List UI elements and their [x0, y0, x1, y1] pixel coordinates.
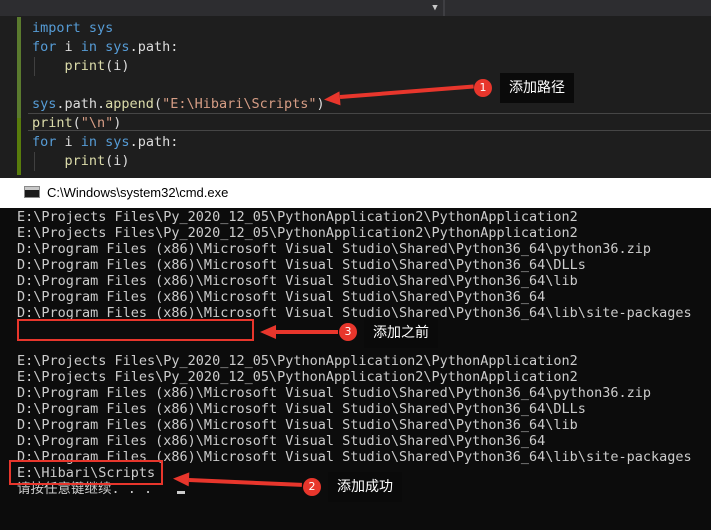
- console-line: E:\Projects Files\Py_2020_12_05\PythonAp…: [17, 209, 578, 225]
- code-token: import: [32, 20, 81, 36]
- annotation-note-3: 添加之前: [364, 318, 438, 348]
- annotation-arrowhead-3: [260, 325, 276, 339]
- annotation-arrow-3: [276, 330, 338, 334]
- code-token: sys: [32, 96, 57, 112]
- code-token: ): [113, 115, 122, 131]
- console-line: D:\Program Files (x86)\Microsoft Visual …: [17, 433, 546, 449]
- screenshot-root: ▼ import sys for i in sys.path: print(i) s…: [0, 0, 711, 530]
- highlight-box-success: [9, 460, 163, 485]
- code-token: print: [64, 153, 106, 169]
- code-line[interactable]: for i in sys.path:: [32, 38, 178, 57]
- code-token: append: [105, 96, 154, 112]
- console-line: D:\Program Files (x86)\Microsoft Visual …: [17, 257, 586, 273]
- console-line: D:\Program Files (x86)\Microsoft Visual …: [17, 273, 578, 289]
- annotation-note-2: 添加成功: [328, 472, 402, 502]
- console-line: E:\Projects Files\Py_2020_12_05\PythonAp…: [17, 225, 578, 241]
- annotation-badge-3: 3: [339, 323, 357, 341]
- editor-top-bar: ▼: [0, 0, 711, 16]
- console-line: E:\Projects Files\Py_2020_12_05\PythonAp…: [17, 369, 578, 385]
- cmd-window-title: C:\Windows\system32\cmd.exe: [47, 185, 229, 200]
- code-token: print: [64, 58, 106, 74]
- code-line[interactable]: sys.path.append("E:\Hibari\Scripts"): [32, 95, 325, 114]
- code-token: for: [32, 134, 57, 150]
- code-token: print: [32, 115, 73, 131]
- annotation-arrowhead-1: [323, 91, 341, 107]
- console-line: D:\Program Files (x86)\Microsoft Visual …: [17, 289, 546, 305]
- annotation-badge-1: 1: [474, 79, 492, 97]
- code-token: .path.: [56, 96, 106, 112]
- code-token: i: [56, 134, 81, 150]
- code-token: i: [56, 39, 81, 55]
- code-token: sys: [97, 39, 130, 55]
- code-line[interactable]: import sys: [32, 19, 113, 38]
- code-token: "E:\Hibari\Scripts": [162, 96, 317, 112]
- current-line-highlight: [28, 113, 711, 131]
- code-token: (: [153, 96, 163, 112]
- console-cursor: [177, 491, 185, 494]
- annotation-badge-2: 2: [303, 478, 321, 496]
- dropdown-arrow-icon[interactable]: ▼: [431, 2, 439, 14]
- code-line[interactable]: print(i): [32, 152, 130, 171]
- console-line: D:\Program Files (x86)\Microsoft Visual …: [17, 401, 586, 417]
- code-line[interactable]: for i in sys.path:: [32, 133, 178, 152]
- cmd-window-icon: [24, 186, 40, 198]
- code-token: "\n": [80, 115, 114, 131]
- editor-divider: [443, 0, 445, 16]
- code-token: sys: [80, 20, 114, 36]
- code-token: (i): [105, 153, 130, 169]
- annotation-note-1: 添加路径: [500, 73, 574, 103]
- code-token: (: [72, 115, 81, 131]
- code-token: in: [80, 39, 98, 55]
- code-editor[interactable]: ▼ import sys for i in sys.path: print(i) s…: [0, 0, 711, 178]
- code-token: .path:: [129, 39, 179, 55]
- code-token: for: [32, 39, 57, 55]
- highlight-box-before: [17, 319, 254, 341]
- code-token: in: [80, 134, 98, 150]
- console-line: D:\Program Files (x86)\Microsoft Visual …: [17, 417, 578, 433]
- annotation-arrowhead-2: [172, 471, 190, 487]
- code-token: .path:: [129, 134, 179, 150]
- change-tracking-bar-unsaved: [17, 118, 21, 175]
- code-line[interactable]: print(i): [32, 57, 130, 76]
- code-line[interactable]: print("\n"): [32, 114, 121, 133]
- code-token: (i): [105, 58, 130, 74]
- console-line: D:\Program Files (x86)\Microsoft Visual …: [17, 385, 651, 401]
- console-line: E:\Projects Files\Py_2020_12_05\PythonAp…: [17, 353, 578, 369]
- console-line: D:\Program Files (x86)\Microsoft Visual …: [17, 241, 651, 257]
- code-token: sys: [97, 134, 130, 150]
